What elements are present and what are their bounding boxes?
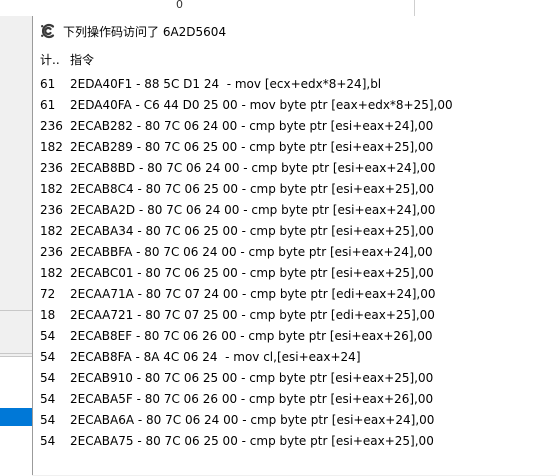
- list-item[interactable]: 236 2ECAB282 - 80 7C 06 24 00 - cmp byte …: [33, 115, 556, 136]
- row-instruction: 2ECAA71A - 80 7C 07 24 00 - cmp byte ptr…: [70, 286, 436, 301]
- row-count: 182: [40, 139, 63, 154]
- cheat-engine-icon: [41, 23, 55, 39]
- list-item[interactable]: 54 2ECABA75 - 80 7C 06 25 00 - cmp byte p…: [33, 430, 556, 451]
- row-instruction: 2ECAB282 - 80 7C 06 24 00 - cmp byte ptr…: [70, 118, 434, 133]
- list-item[interactable]: 182 2ECAB289 - 80 7C 06 25 00 - cmp byte …: [33, 136, 556, 157]
- list-item[interactable]: 54 2ECAB8EF - 80 7C 06 26 00 - cmp byte p…: [33, 325, 556, 346]
- row-count: 182: [40, 223, 63, 238]
- row-count: 54: [40, 391, 56, 406]
- row-count: 61: [40, 97, 56, 112]
- list-item[interactable]: 182 2ECAB8C4 - 80 7C 06 25 00 - cmp byte …: [33, 178, 556, 199]
- row-count: 182: [40, 181, 63, 196]
- list-item[interactable]: 72 2ECAA71A - 80 7C 07 24 00 - cmp byte p…: [33, 283, 556, 304]
- row-instruction: 2ECABA34 - 80 7C 06 25 00 - cmp byte ptr…: [70, 223, 434, 238]
- row-instruction: 2ECABC01 - 80 7C 06 25 00 - cmp byte ptr…: [70, 265, 434, 280]
- background-toolbar: 0: [0, 0, 556, 17]
- row-count: 182: [40, 265, 63, 280]
- background-frame: [0, 310, 32, 354]
- row-instruction: 2ECAB8FA - 8A 4C 06 24 - mov cl,[esi+eax…: [70, 349, 361, 364]
- list-item[interactable]: 54 2ECAB8FA - 8A 4C 06 24 - mov cl,[esi+e…: [33, 346, 556, 367]
- list-item[interactable]: 54 2ECABA6A - 80 7C 06 24 00 - cmp byte p…: [33, 409, 556, 430]
- row-instruction: 2ECABA6A - 80 7C 06 24 00 - cmp byte ptr…: [70, 412, 435, 427]
- list-item[interactable]: 54 2ECAB910 - 80 7C 06 25 00 - cmp byte p…: [33, 367, 556, 388]
- row-instruction: 2ECABA2D - 80 7C 06 24 00 - cmp byte ptr…: [70, 202, 436, 217]
- row-count: 236: [40, 160, 63, 175]
- row-instruction: 2ECAB289 - 80 7C 06 25 00 - cmp byte ptr…: [70, 139, 434, 154]
- column-header-count[interactable]: 计..: [33, 51, 64, 68]
- list-item[interactable]: 61 2EDA40F1 - 88 5C D1 24 - mov [ecx+edx*…: [33, 73, 556, 94]
- row-instruction: 2ECABA5F - 80 7C 06 26 00 - cmp byte ptr…: [70, 391, 434, 406]
- list-column-header: 计.. 指令: [33, 46, 556, 72]
- background-selected-item[interactable]: [0, 408, 32, 426]
- row-instruction: 2ECABA75 - 80 7C 06 25 00 - cmp byte ptr…: [70, 433, 434, 448]
- row-count: 236: [40, 244, 63, 259]
- row-instruction: 2ECABBFA - 80 7C 06 24 00 - cmp byte ptr…: [70, 244, 433, 259]
- list-item[interactable]: 236 2ECABBFA - 80 7C 06 24 00 - cmp byte …: [33, 241, 556, 262]
- list-item[interactable]: 182 2ECABA34 - 80 7C 06 25 00 - cmp byte …: [33, 220, 556, 241]
- row-instruction: 2ECAB910 - 80 7C 06 25 00 - cmp byte ptr…: [70, 370, 434, 385]
- instruction-list[interactable]: 61 2EDA40F1 - 88 5C D1 24 - mov [ecx+edx*…: [33, 73, 556, 451]
- row-count: 72: [40, 286, 56, 301]
- row-count: 54: [40, 412, 56, 427]
- row-instruction: 2ECAB8C4 - 80 7C 06 25 00 - cmp byte ptr…: [70, 181, 434, 196]
- row-count: 54: [40, 328, 56, 343]
- row-count: 54: [40, 370, 56, 385]
- list-item[interactable]: 182 2ECABC01 - 80 7C 06 25 00 - cmp byte …: [33, 262, 556, 283]
- row-instruction: 2ECAA721 - 80 7C 07 25 00 - cmp byte ptr…: [70, 307, 435, 322]
- list-item[interactable]: 18 2ECAA721 - 80 7C 07 25 00 - cmp byte p…: [33, 304, 556, 325]
- row-instruction: 2EDA40FA - C6 44 D0 25 00 - mov byte ptr…: [70, 97, 453, 112]
- column-header-instruction[interactable]: 指令: [64, 51, 94, 68]
- row-instruction: 2EDA40F1 - 88 5C D1 24 - mov [ecx+edx*8+…: [70, 76, 382, 91]
- list-item[interactable]: 54 2ECABA5F - 80 7C 06 26 00 - cmp byte p…: [33, 388, 556, 409]
- row-count: 18: [40, 307, 56, 322]
- row-count: 61: [40, 76, 56, 91]
- opcode-access-window: 下列操作码访问了 6A2D5604 计.. 指令 61 2EDA40F1 - 88…: [32, 16, 556, 475]
- row-count: 54: [40, 433, 56, 448]
- background-divider: [414, 0, 415, 16]
- window-title: 下列操作码访问了 6A2D5604: [63, 24, 227, 39]
- list-item[interactable]: 236 2ECABA2D - 80 7C 06 24 00 - cmp byte …: [33, 199, 556, 220]
- row-instruction: 2ECAB8EF - 80 7C 06 26 00 - cmp byte ptr…: [70, 328, 433, 343]
- background-left-panel: [0, 16, 32, 476]
- window-titlebar[interactable]: 下列操作码访问了 6A2D5604: [33, 16, 556, 46]
- list-item[interactable]: 236 2ECAB8BD - 80 7C 06 24 00 - cmp byte …: [33, 157, 556, 178]
- background-ruler-label: 0: [176, 0, 183, 11]
- row-count: 236: [40, 118, 63, 133]
- row-count: 236: [40, 202, 63, 217]
- list-item[interactable]: 61 2EDA40FA - C6 44 D0 25 00 - mov byte p…: [33, 94, 556, 115]
- row-instruction: 2ECAB8BD - 80 7C 06 24 00 - cmp byte ptr…: [70, 160, 436, 175]
- row-count: 54: [40, 349, 56, 364]
